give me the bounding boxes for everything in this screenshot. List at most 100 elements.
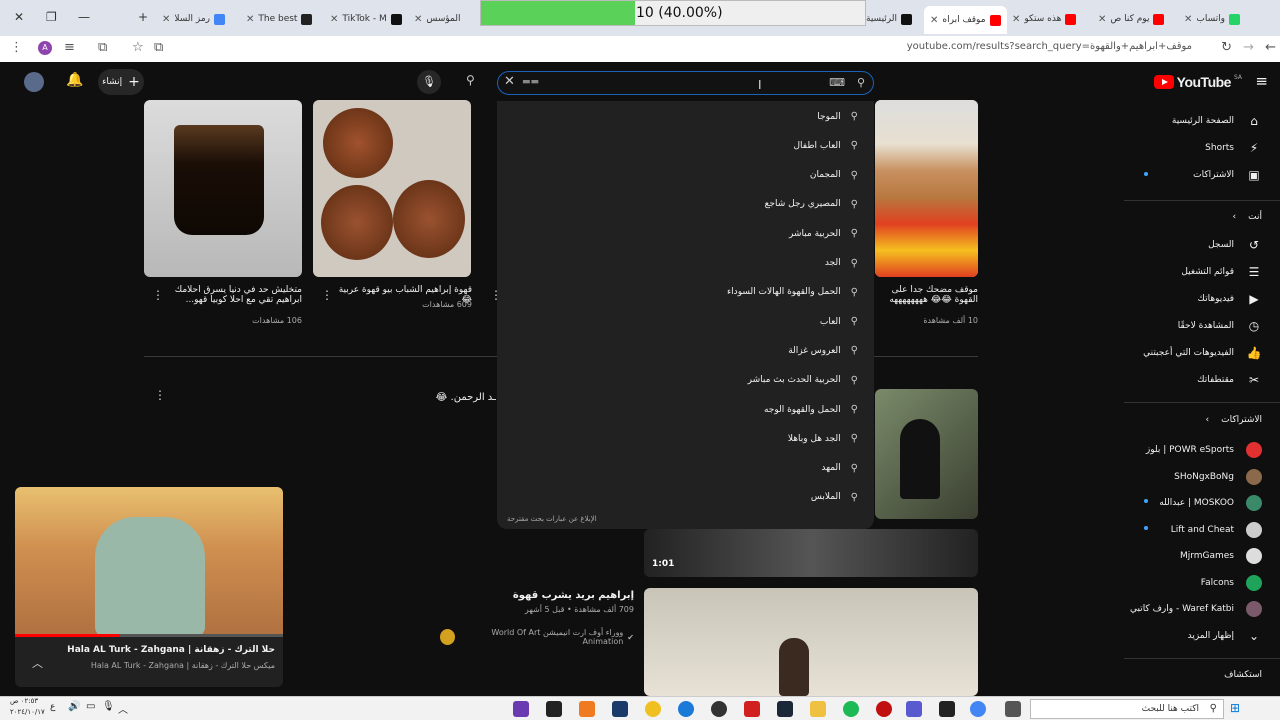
app-icon[interactable] (612, 701, 628, 717)
short-thumbnail[interactable] (875, 100, 978, 277)
file-explorer-icon[interactable] (810, 701, 826, 717)
app-icon[interactable] (876, 701, 892, 717)
search-suggestion[interactable]: المصيري رجل شاجع ⚲ (765, 199, 858, 210)
task-view-icon[interactable] (1005, 701, 1021, 717)
channel-avatar[interactable] (440, 629, 455, 645)
restore-window-icon[interactable]: ❐ (46, 10, 57, 24)
chrome-icon[interactable] (970, 701, 986, 717)
search-suggestion[interactable]: العروس غزالة ⚲ (788, 345, 858, 356)
edge-icon[interactable] (678, 701, 694, 717)
discord-icon[interactable] (906, 701, 922, 717)
mini-player-progress[interactable] (15, 634, 283, 637)
video-title[interactable]: إبراهيم بريد يشرب قهوة (480, 590, 634, 601)
sidebar-section-subscriptions[interactable]: ‹ الاشتراكات (1206, 415, 1262, 425)
browser-tab[interactable]: ✕ يوم كنا ص (1098, 8, 1165, 30)
forward-arrow-icon[interactable]: → (1243, 40, 1254, 55)
search-suggestion[interactable]: الموجا ⚲ (817, 111, 858, 122)
sidebar-item[interactable]: السجل ↺ (1208, 238, 1262, 252)
app-icon[interactable] (711, 701, 727, 717)
hamburger-menu-icon[interactable]: ≡ (1255, 72, 1268, 90)
video-thumbnail[interactable] (875, 389, 978, 519)
extensions-icon[interactable]: ⧉ (98, 40, 107, 55)
search-suggestion[interactable]: المهد ⚲ (821, 463, 858, 474)
sidebar-item[interactable]: SHoNgxBoNg (1174, 468, 1262, 485)
mini-player[interactable]: حلا الترك - زهقانة | Hala AL Turk - Zahg… (15, 487, 283, 687)
menu-dots-icon[interactable]: ⋮ (10, 40, 23, 55)
search-suggestion[interactable]: الحمل والقهوة الهالات السوداء ⚲ (727, 287, 858, 298)
search-suggestion[interactable]: الحربية الحدث بث مباشر ⚲ (748, 375, 858, 386)
playlist-icon[interactable]: ≡ (64, 40, 75, 55)
short-thumbnail[interactable] (313, 100, 471, 277)
network-icon[interactable]: ▭ (86, 701, 95, 712)
browser-tab[interactable]: ✕ هذه ستكو (1012, 8, 1077, 30)
search-suggestion[interactable]: المجمان ⚲ (810, 170, 858, 181)
clock-time[interactable]: ٠٢:٥٣ ص (10, 697, 38, 705)
search-input[interactable]: ✕ ▬▬ ⌨ ⚲ (497, 71, 874, 95)
video-title[interactable]: ـد الرحمن. 😂 (400, 392, 496, 403)
keyboard-icon[interactable]: ⌨ (829, 76, 845, 89)
more-options-icon[interactable]: ⋮ (321, 288, 333, 302)
sidebar-item[interactable]: وارف كاتبي - Waref Katbi (1130, 601, 1262, 617)
sidebar-item[interactable]: Shorts ⚡ (1205, 141, 1262, 155)
reload-icon[interactable]: ↻ (1221, 40, 1232, 55)
cast-icon[interactable]: ⧉ (154, 40, 163, 55)
profile-avatar[interactable]: A (38, 41, 52, 55)
sidebar-item[interactable]: الاشتراكات ▣ (1193, 168, 1262, 182)
search-suggestion[interactable]: الملابس ⚲ (811, 492, 858, 503)
volume-icon[interactable]: 🔊 (68, 701, 80, 712)
sidebar-item[interactable]: الفيديوهات التي أعجبتني 👍 (1143, 346, 1262, 360)
language-indicator[interactable]: ع (50, 702, 55, 712)
sidebar-item[interactable]: فيديوهاتك ▶ (1198, 292, 1262, 306)
more-options-icon[interactable]: ⋮ (152, 288, 164, 302)
app-icon[interactable] (546, 701, 562, 717)
show-more-button[interactable]: إظهار المزيد ⌄ (1188, 629, 1262, 643)
search-suggestion[interactable]: العاب اطفال ⚲ (794, 140, 859, 151)
browser-tab[interactable]: ✕ واتساب (1184, 8, 1240, 30)
windows-start-icon[interactable]: ⊞ (1230, 701, 1240, 715)
sidebar-item[interactable]: مقتطفاتك ✂ (1197, 373, 1262, 387)
sidebar-item[interactable]: Lift and Cheat (1171, 521, 1262, 538)
browser-tab[interactable]: ✕ The best (246, 8, 313, 30)
search-suggestion[interactable]: الجد هل وباهلا ⚲ (788, 433, 858, 444)
browser-tab[interactable]: الرئيسية (866, 8, 912, 30)
app-icon[interactable] (645, 701, 661, 717)
tray-chevron-icon[interactable]: ︿ (118, 701, 128, 716)
app-icon[interactable] (939, 701, 955, 717)
clear-search-icon[interactable]: ✕ (504, 74, 515, 89)
sidebar-item[interactable]: قوائم التشغيل ☰ (1181, 265, 1262, 279)
sidebar-item[interactable]: المشاهدة لاحقًا ◷ (1178, 319, 1262, 333)
sidebar-item[interactable]: الصفحة الرئيسية ⌂ (1172, 114, 1262, 128)
app-icon[interactable] (513, 701, 529, 717)
taskbar-search-box[interactable]: اكتب هنا للبحث ⚲ (1030, 699, 1224, 719)
sidebar-item[interactable]: Falcons (1201, 574, 1262, 591)
microphone-icon[interactable]: 🎙 (102, 701, 115, 712)
new-tab-button[interactable]: + (138, 10, 148, 24)
video-thumbnail[interactable]: 1:01 (644, 529, 978, 577)
app-icon[interactable] (579, 701, 595, 717)
notifications-bell-icon[interactable]: 🔔 (66, 72, 83, 88)
expand-chevron-icon[interactable]: ︿ (32, 655, 43, 671)
browser-tab[interactable]: ✕ المؤسس (414, 8, 461, 30)
browser-tab[interactable]: ✕ رمز السلا (162, 8, 226, 30)
steam-icon[interactable] (777, 701, 793, 717)
sidebar-item[interactable]: MjrmGames (1180, 548, 1262, 564)
video-title[interactable]: موقف مضحك جدا على القهوة 😂😂 ههههههههه (876, 285, 978, 305)
video-thumbnail[interactable] (644, 588, 978, 696)
search-suggestion[interactable]: الجد ⚲ (825, 258, 858, 269)
app-icon[interactable] (744, 701, 760, 717)
voice-search-button[interactable]: 🎙 (417, 70, 441, 94)
search-suggestion[interactable]: الحمل والقهوة الوجه ⚲ (764, 404, 858, 415)
youtube-logo[interactable]: YouTube SA (1153, 74, 1242, 90)
sidebar-item[interactable]: بلوز | POWR eSports (1146, 442, 1262, 458)
spotify-icon[interactable] (843, 701, 859, 717)
bookmark-star-icon[interactable]: ☆ (132, 40, 144, 55)
search-icon[interactable]: ⚲ (466, 73, 475, 87)
create-button[interactable]: إنشاء + (98, 69, 144, 95)
url-field[interactable]: youtube.com/results?search_query=موقف+اب… (907, 41, 1192, 52)
clock-date[interactable]: ٢٠٢٤/١٠/١٧ (10, 708, 45, 716)
search-suggestion[interactable]: الحربية مباشر ⚲ (789, 228, 858, 239)
video-title[interactable]: متخليش حد في دنيا يسرق احلامك ابراهيم تق… (160, 285, 302, 305)
more-options-icon[interactable]: ⋮ (154, 388, 166, 402)
account-avatar[interactable] (24, 72, 44, 92)
short-thumbnail[interactable] (144, 100, 302, 277)
